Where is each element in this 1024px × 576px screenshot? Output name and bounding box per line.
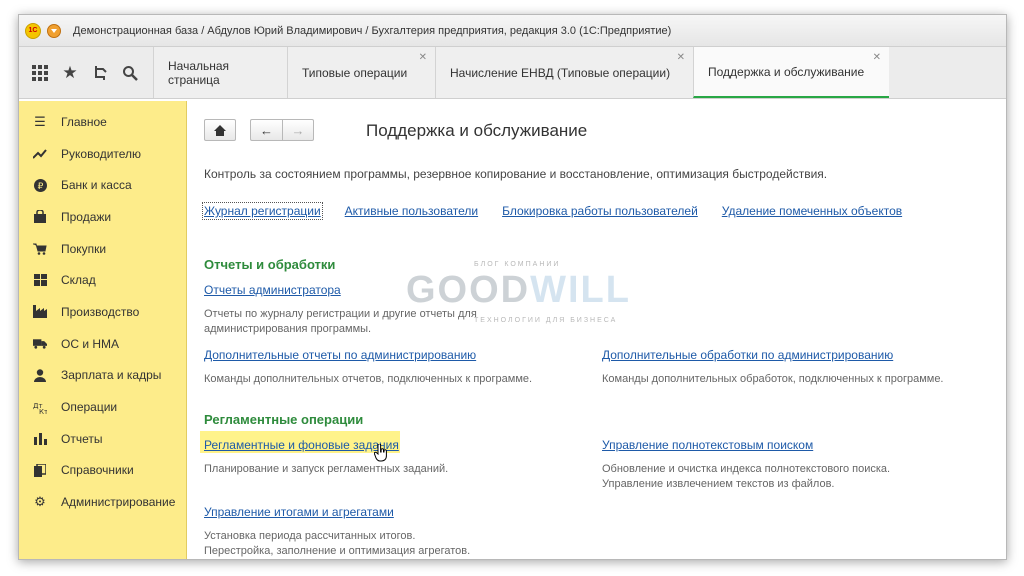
sidebar-item-label: Склад (61, 273, 96, 288)
arrow-right-icon: → (291, 122, 305, 138)
sidebar-item-label: Банк и касса (61, 178, 132, 193)
sidebar-item-director[interactable]: Руководителю (19, 138, 186, 170)
item-extra-processing: Дополнительные обработки по администриро… (602, 346, 952, 387)
app-window: 1С Демонстрационная база / Абдулов Юрий … (18, 14, 1007, 560)
tab-label: Начисление ЕНВД (Типовые операции) (450, 65, 671, 80)
sidebar-item-bank[interactable]: ₽ Банк и касса (19, 169, 186, 201)
sidebar-item-label: Главное (61, 114, 107, 129)
bar-chart-icon (33, 432, 47, 445)
svg-text:Кт: Кт (39, 408, 47, 414)
item-extra-reports: Дополнительные отчеты по администрирован… (204, 346, 554, 387)
close-icon[interactable]: ✕ (419, 52, 427, 63)
page-description: Контроль за состоянием программы, резерв… (204, 167, 828, 181)
operations-icon: ДтКт (33, 401, 47, 414)
link-extra-reports[interactable]: Дополнительные отчеты по администрирован… (204, 348, 476, 362)
item-totals: Управление итогами и агрегатами Установк… (204, 503, 554, 559)
tab-home[interactable]: Начальная страница (153, 47, 287, 98)
sidebar-item-warehouse[interactable]: Склад (19, 264, 186, 296)
link-scheduled-jobs[interactable]: Регламентные и фоновые задания (204, 438, 399, 452)
sidebar-item-label: Администрирование (61, 495, 176, 510)
item-admin-reports: Отчеты администратора Отчеты по журналу … (204, 281, 554, 337)
truck-icon (33, 338, 47, 349)
sidebar-item-label: Покупки (61, 241, 107, 256)
item-note: Планирование и запуск регламентных задан… (204, 463, 449, 475)
item-note: Команды дополнительных обработок, подклю… (602, 373, 944, 385)
sidebar-item-label: Зарплата и кадры (61, 368, 162, 383)
close-icon[interactable]: ✕ (873, 52, 881, 63)
tabs-bar: ★ Начальная страница Типовые операции ✕ … (19, 47, 1006, 99)
back-button[interactable]: ← (250, 119, 282, 141)
sidebar-item-label: Производство (61, 304, 140, 319)
sidebar-item-sales[interactable]: Продажи (19, 201, 186, 233)
1c-logo-icon: 1С (25, 22, 41, 39)
tab-label: Типовые операции (302, 65, 408, 80)
tab-label: Поддержка и обслуживание (708, 64, 865, 79)
window-title: Демонстрационная база / Абдулов Юрий Вла… (73, 24, 672, 37)
link-totals[interactable]: Управление итогами и агрегатами (204, 505, 394, 519)
link-extra-processing[interactable]: Дополнительные обработки по администриро… (602, 348, 893, 362)
page-title: Поддержка и обслуживание (366, 121, 588, 140)
tab-label: Начальная страница (168, 58, 230, 87)
trend-icon (33, 148, 47, 160)
grid-icon[interactable] (25, 47, 55, 98)
sidebar-item-label: Справочники (61, 463, 134, 478)
sidebar-item-assets[interactable]: ОС и НМА (19, 328, 186, 360)
person-icon (33, 369, 47, 382)
hand-cursor-icon (374, 444, 387, 462)
section-title-routine: Регламентные операции (204, 412, 364, 427)
bag-icon (33, 210, 47, 224)
link-active-users[interactable]: Активные пользователи (345, 204, 478, 218)
sidebar-item-label: Руководителю (61, 146, 142, 161)
sidebar-item-salary[interactable]: Зарплата и кадры (19, 360, 186, 392)
section-title-reports: Отчеты и обработки (204, 257, 336, 272)
sidebar-item-production[interactable]: Производство (19, 296, 186, 328)
title-bar: 1С Демонстрационная база / Абдулов Юрий … (19, 15, 1006, 47)
sidebar-item-label: Отчеты (61, 431, 103, 446)
warehouse-icon (33, 274, 47, 287)
sidebar: ☰ Главное Руководителю ₽ Банк и касса Пр… (19, 101, 187, 559)
tabs: Начальная страница Типовые операции ✕ На… (153, 47, 889, 98)
sidebar-item-main[interactable]: ☰ Главное (19, 106, 186, 138)
main-menu-icon[interactable] (47, 23, 61, 38)
menu-lines-icon: ☰ (34, 113, 46, 129)
arrow-left-icon: ← (260, 122, 273, 138)
star-icon[interactable]: ★ (55, 47, 85, 98)
item-note: Установка периода рассчитанных итогов. Пе… (204, 530, 471, 557)
item-note: Обновление и очистка индекса полнотексто… (602, 463, 891, 490)
svg-text:₽: ₽ (37, 182, 43, 192)
watermark-top-text: БЛОГ КОМПАНИИ (474, 261, 561, 268)
sidebar-item-reports[interactable]: Отчеты (19, 423, 186, 455)
forward-button[interactable]: → (282, 119, 314, 141)
home-button[interactable] (204, 119, 236, 141)
item-fulltext-search: Управление полнотекстовым поиском Обновл… (602, 436, 952, 492)
link-delete-marked[interactable]: Удаление помеченных объектов (722, 204, 902, 218)
books-icon (33, 463, 47, 477)
link-fulltext-search[interactable]: Управление полнотекстовым поиском (602, 438, 813, 452)
sidebar-item-administration[interactable]: ⚙ Администрирование (19, 486, 186, 518)
sidebar-item-label: Продажи (61, 209, 112, 224)
tab-envd[interactable]: Начисление ЕНВД (Типовые операции) ✕ (435, 47, 693, 98)
factory-icon (33, 305, 47, 319)
gear-icon: ⚙ (34, 494, 46, 510)
ruble-icon: ₽ (33, 178, 47, 192)
top-links: Журнал регистрации Активные пользователи… (202, 202, 926, 220)
sidebar-item-operations[interactable]: ДтКт Операции (19, 391, 186, 423)
main-content: ← → Поддержка и обслуживание Контроль за… (188, 101, 1006, 559)
navigation-buttons: ← → (204, 119, 314, 141)
history-icon[interactable] (85, 47, 115, 98)
sidebar-item-directories[interactable]: Справочники (19, 455, 186, 487)
tab-support[interactable]: Поддержка и обслуживание ✕ (693, 47, 889, 98)
tab-standard-operations[interactable]: Типовые операции ✕ (287, 47, 435, 98)
sidebar-item-label: Операции (61, 400, 118, 415)
close-icon[interactable]: ✕ (677, 52, 685, 63)
link-admin-reports[interactable]: Отчеты администратора (204, 283, 341, 297)
search-icon[interactable] (115, 47, 145, 98)
sidebar-item-purchases[interactable]: Покупки (19, 233, 186, 265)
link-block-users[interactable]: Блокировка работы пользователей (502, 204, 698, 218)
cart-icon (33, 243, 47, 255)
item-note: Отчеты по журналу регистрации и другие о… (204, 308, 477, 335)
sidebar-item-label: ОС и НМА (61, 336, 120, 351)
item-note: Команды дополнительных отчетов, подключе… (204, 373, 533, 385)
link-event-log[interactable]: Журнал регистрации (202, 202, 323, 220)
